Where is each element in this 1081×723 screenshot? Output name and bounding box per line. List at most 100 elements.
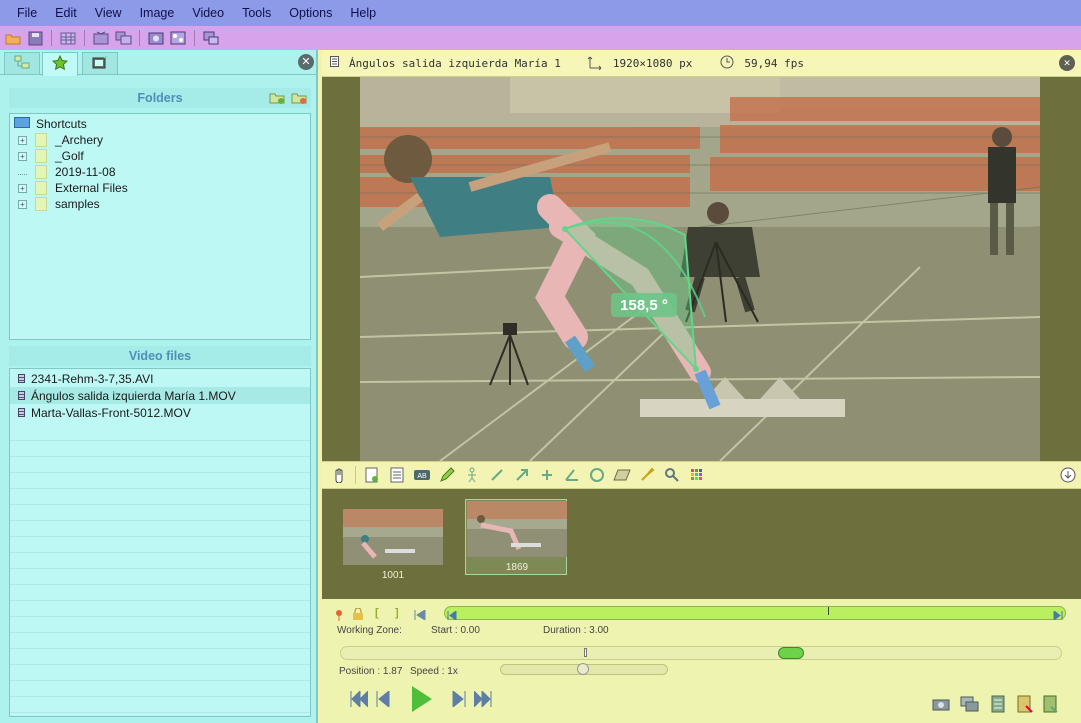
playback-controls: [ ] Working Zone: Start : 0.00 Duration … <box>322 599 1081 723</box>
go-to-start-icon[interactable] <box>414 609 426 623</box>
tab-camera[interactable] <box>82 52 118 74</box>
speed-slider[interactable] <box>500 663 668 675</box>
menu-image[interactable]: Image <box>131 6 184 20</box>
open-folder-icon[interactable] <box>4 30 22 46</box>
menu-help[interactable]: Help <box>341 6 385 20</box>
tree-item[interactable]: 2019-11-08 <box>18 164 116 180</box>
tree-item-label: samples <box>55 197 100 211</box>
single-screen-icon[interactable] <box>92 30 110 46</box>
video-file-icon <box>18 374 25 383</box>
close-explorer-icon[interactable]: ✕ <box>298 54 314 70</box>
zone-end-handle[interactable] <box>1053 609 1063 623</box>
hand-tool-icon[interactable] <box>330 466 349 485</box>
video-viewport[interactable]: 158,5 ° <box>322 77 1081 461</box>
camera-capture-icon[interactable] <box>147 30 165 46</box>
save-icon[interactable] <box>26 30 44 46</box>
play-icon[interactable] <box>411 686 433 715</box>
snapshot-icon[interactable] <box>932 697 950 714</box>
tree-root-shortcuts[interactable]: Shortcuts <box>14 116 87 132</box>
keyframe-thumb[interactable]: 1001 <box>342 508 444 584</box>
keyframe-thumb-selected[interactable]: 1869 <box>465 499 567 575</box>
menu-file[interactable]: File <box>8 6 46 20</box>
tree-item[interactable]: + External Files <box>18 180 128 196</box>
clock-icon <box>720 55 734 72</box>
line-tool-icon[interactable] <box>487 466 506 485</box>
bracket-start-icon[interactable]: [ <box>375 607 379 619</box>
film-icon <box>330 56 339 70</box>
angle-tool-icon[interactable] <box>562 466 581 485</box>
human-model-icon[interactable] <box>462 466 481 485</box>
tree-item[interactable]: + _Golf <box>18 148 84 164</box>
grid-view-icon[interactable] <box>59 30 77 46</box>
video-resolution: 1920×1080 px <box>612 56 693 70</box>
tree-item[interactable]: + _Archery <box>18 132 103 148</box>
list-item[interactable]: 2341-Rehm-3-7,35.AVI <box>10 370 310 387</box>
tree-item-label: External Files <box>55 181 128 195</box>
speed-thumb[interactable] <box>577 663 589 675</box>
export-video-icon[interactable] <box>990 695 1008 716</box>
previous-frame-icon[interactable] <box>376 689 390 710</box>
toolbar-separator <box>194 30 195 46</box>
pencil-icon[interactable] <box>437 466 456 485</box>
video-file-list: 2341-Rehm-3-7,35.AVI Ángulos salida izqu… <box>9 368 311 717</box>
arrow-tool-icon[interactable] <box>512 466 531 485</box>
multi-snapshot-icon[interactable] <box>960 696 980 715</box>
last-frame-icon[interactable] <box>473 689 492 710</box>
zone-start-handle[interactable] <box>447 609 457 623</box>
collapse-panel-icon[interactable] <box>1058 466 1077 485</box>
tree-item[interactable]: + samples <box>18 196 100 212</box>
menu-video[interactable]: Video <box>183 6 233 20</box>
position-track[interactable] <box>340 646 1062 660</box>
list-item[interactable]: Ángulos salida izquierda María 1.MOV <box>10 387 310 404</box>
expand-icon[interactable]: + <box>18 199 27 209</box>
expand-icon[interactable]: + <box>18 183 27 193</box>
add-keyframe-icon[interactable] <box>362 466 381 485</box>
export-spreadsheet-icon[interactable] <box>1016 695 1034 716</box>
tab-shortcuts[interactable] <box>42 52 78 76</box>
magnifier-icon[interactable] <box>662 466 681 485</box>
camera-dual-icon[interactable] <box>169 30 187 46</box>
player-panel: Ángulos salida izquierda María 1 1920×10… <box>320 50 1081 723</box>
lock-icon[interactable] <box>352 607 364 623</box>
toolbar-separator <box>51 30 52 46</box>
expand-icon[interactable]: + <box>18 135 27 145</box>
video-frame[interactable]: 158,5 ° <box>360 77 1040 461</box>
first-frame-icon[interactable] <box>350 689 369 710</box>
video-file-icon <box>18 408 25 417</box>
color-palette-icon[interactable] <box>687 466 706 485</box>
folders-title: Folders <box>137 91 183 105</box>
grid-plane-icon[interactable] <box>612 466 631 485</box>
menu-tools[interactable]: Tools <box>233 6 280 20</box>
close-video-icon[interactable]: ✕ <box>1059 55 1075 71</box>
tab-folders[interactable] <box>4 52 40 74</box>
bracket-end-icon[interactable]: ] <box>395 607 399 619</box>
next-frame-icon[interactable] <box>452 689 466 710</box>
tree-item-label: 2019-11-08 <box>55 165 116 179</box>
working-zone-track[interactable] <box>444 606 1066 623</box>
position-thumb[interactable] <box>778 647 804 659</box>
menu-edit[interactable]: Edit <box>46 6 86 20</box>
export-data-icon[interactable] <box>1042 695 1060 716</box>
explorer-panel: ✕ Folders Shortcuts + _Archery + _Golf 201… <box>0 50 318 723</box>
menu-view[interactable]: View <box>86 6 131 20</box>
remove-shortcut-icon[interactable] <box>291 90 307 110</box>
export-icon[interactable] <box>202 30 220 46</box>
spotlight-icon[interactable] <box>637 466 656 485</box>
menu-bar: File Edit View Image Video Tools Options… <box>0 0 1081 26</box>
add-shortcut-icon[interactable] <box>269 90 285 110</box>
working-zone-label: Working Zone: <box>337 625 402 636</box>
comments-icon[interactable] <box>387 466 406 485</box>
keyframes-strip: 1001 1869 <box>322 489 1081 599</box>
list-item[interactable]: Marta-Vallas-Front-5012.MOV <box>10 404 310 421</box>
toolbar-separator <box>84 30 85 46</box>
circle-tool-icon[interactable] <box>587 466 606 485</box>
label-tool-icon[interactable]: AB <box>412 466 431 485</box>
dual-screen-icon[interactable] <box>114 30 132 46</box>
file-name: Marta-Vallas-Front-5012.MOV <box>31 405 191 420</box>
expand-icon[interactable]: + <box>18 151 27 161</box>
pin-icon[interactable] <box>334 609 344 624</box>
monitor-icon <box>14 116 30 132</box>
folder-icon <box>35 197 47 211</box>
cross-marker-icon[interactable] <box>537 466 556 485</box>
menu-options[interactable]: Options <box>280 6 341 20</box>
